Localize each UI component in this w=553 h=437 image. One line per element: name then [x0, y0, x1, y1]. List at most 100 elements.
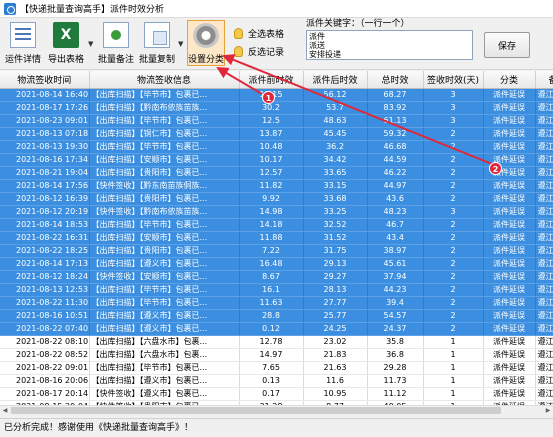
table-row[interactable]: 2021-08-14 18:53:48【出库扫描】【毕节市】包裹已...14.1…: [0, 218, 553, 232]
horizontal-scrollbar[interactable]: ◀ ▶: [0, 405, 553, 415]
table-row[interactable]: 2021-08-12 16:39:38【出库扫描】【贵阳市】包裹已...9.92…: [0, 192, 553, 206]
total-time-cell: 46.22: [367, 166, 424, 180]
sign-info-cell: 【出库扫描】【毕节市】包裹已...: [89, 218, 240, 232]
table-row[interactable]: 2021-08-21 19:04:32【出库扫描】【贵阳市】包裹已...12.5…: [0, 166, 553, 180]
scrollbar-thumb[interactable]: [11, 407, 501, 414]
sign-info-cell: 【出库扫描】【毕节市】包裹已...: [89, 140, 240, 154]
pre-dispatch-time-cell: 14.98: [239, 205, 304, 219]
column-header[interactable]: 总时效: [367, 71, 424, 89]
scroll-right-icon[interactable]: ▶: [543, 406, 553, 415]
table-row[interactable]: 2021-08-14 17:13:01【出库扫描】【遵义市】包裹已...16.4…: [0, 257, 553, 271]
post-dispatch-time-cell: 34.42: [303, 153, 368, 167]
table-row[interactable]: 2021-08-22 18:25:23【出库扫描】【贵阳市】包裹已...7.22…: [0, 244, 553, 258]
sign-days-cell: 2: [423, 127, 484, 141]
total-time-cell: 37.94: [367, 270, 424, 284]
total-time-cell: 29.28: [367, 361, 424, 375]
table-header: 物流签收时间 物流签收信息 派件前时效 派件后时效 总时效 签收时效(天) 分类…: [0, 71, 553, 89]
keyword-input[interactable]: 派件 派送 安排投递: [306, 30, 473, 60]
column-header[interactable]: 派件后时效: [303, 71, 368, 89]
post-dispatch-time-cell: 33.25: [303, 205, 368, 219]
table-row[interactable]: 2021-08-13 12:53:41【出库扫描】【毕节市】包裹已...16.1…: [0, 283, 553, 297]
column-header[interactable]: 分类: [483, 71, 536, 89]
table-row[interactable]: 2021-08-22 07:40:35【出库扫描】【遵义市】包裹已...0.12…: [0, 322, 553, 336]
sign-time-cell: 2021-08-12 16:39:38: [0, 192, 90, 206]
category-cell: 派件延误: [483, 140, 536, 154]
category-cell: 派件延误: [483, 348, 536, 362]
post-dispatch-time-cell: 29.27: [303, 270, 368, 284]
pre-dispatch-time-cell: 28.8: [239, 309, 304, 323]
table-row[interactable]: 2021-08-22 08:10:26【出库扫描】【六盘水市】包裹...12.7…: [0, 335, 553, 349]
table-row[interactable]: 2021-08-22 08:52:31【出库扫描】【六盘水市】包裹...14.9…: [0, 348, 553, 362]
post-dispatch-time-cell: 56.12: [303, 88, 368, 102]
total-time-cell: 44.59: [367, 153, 424, 167]
note-cell: 遵江市: [535, 101, 553, 115]
post-dispatch-time-cell: 31.75: [303, 244, 368, 258]
table-row[interactable]: 2021-08-14 17:56:52【快件签收】【黔东南苗族侗族...11.8…: [0, 179, 553, 193]
note-cell: 遵江市: [535, 166, 553, 180]
column-header[interactable]: 物流签收时间: [0, 71, 90, 89]
sign-time-cell: 2021-08-14 17:13:01: [0, 257, 90, 271]
table-row[interactable]: 2021-08-13 19:30:50【出库扫描】【毕节市】包裹已...10.4…: [0, 140, 553, 154]
pre-dispatch-time-cell: 11.82: [239, 179, 304, 193]
batch-copy-label: 批量复制: [139, 55, 176, 65]
set-category-button[interactable]: 设置分类: [187, 20, 225, 66]
table-row[interactable]: 2021-08-16 17:34:43【出库扫描】【安顺市】包裹已...10.1…: [0, 153, 553, 167]
post-dispatch-time-cell: 27.77: [303, 296, 368, 310]
batch-note-button[interactable]: 批量备注: [98, 20, 134, 66]
sign-info-cell: 【出库扫描】【毕节市】包裹已...: [89, 361, 240, 375]
column-header[interactable]: 物流签收信息: [89, 71, 240, 89]
category-cell: 派件延误: [483, 257, 536, 271]
table-row[interactable]: 2021-08-17 20:14:34【快件签收】【遵义市】包裹已...0.17…: [0, 387, 553, 401]
sign-info-cell: 【出库扫描】【毕节市】包裹已...: [89, 88, 240, 102]
table-row[interactable]: 2021-08-22 16:31:21【出库扫描】【安顺市】包裹已...11.8…: [0, 231, 553, 245]
pre-dispatch-time-cell: 9.92: [239, 192, 304, 206]
shipment-details-button[interactable]: 运件详情: [5, 20, 42, 66]
sign-time-cell: 2021-08-12 18:24:54: [0, 270, 90, 284]
note-cell: 遵江市: [535, 153, 553, 167]
category-cell: 派件延误: [483, 270, 536, 284]
invert-select-button[interactable]: 反选记录: [234, 45, 284, 58]
sign-days-cell: 2: [423, 244, 484, 258]
table-row[interactable]: 2021-08-12 20:19:20【快件签收】【黔南布依族苗族...14.9…: [0, 205, 553, 219]
copy-dropdown-icon[interactable]: ▼: [178, 40, 183, 48]
total-time-cell: 54.57: [367, 309, 424, 323]
table-row[interactable]: 2021-08-12 18:24:54【快件签收】【安顺市】包裹已...8.67…: [0, 270, 553, 284]
table-row[interactable]: 2021-08-22 11:30:40【出库扫描】【毕节市】包裹已...11.6…: [0, 296, 553, 310]
shipment-details-label: 运件详情: [5, 55, 42, 65]
sign-time-cell: 2021-08-21 19:04:32: [0, 166, 90, 180]
post-dispatch-time-cell: 25.77: [303, 309, 368, 323]
sign-days-cell: 2: [423, 166, 484, 180]
sign-info-cell: 【出库扫描】【六盘水市】包裹...: [89, 348, 240, 362]
scroll-left-icon[interactable]: ◀: [0, 406, 10, 415]
total-time-cell: 68.27: [367, 88, 424, 102]
sign-days-cell: 2: [423, 296, 484, 310]
category-cell: 派件延误: [483, 218, 536, 232]
table-row[interactable]: 2021-08-23 09:01:00【出库扫描】【毕节市】包裹已...12.5…: [0, 114, 553, 128]
column-header[interactable]: 备注: [535, 71, 553, 89]
table-row[interactable]: 2021-08-17 17:26:15【出库扫描】【黔南布依族苗族...30.2…: [0, 101, 553, 115]
total-time-cell: 35.8: [367, 335, 424, 349]
table-row[interactable]: 2021-08-14 16:40:14【出库扫描】【毕节市】包裹已...12.1…: [0, 88, 553, 102]
batch-copy-button[interactable]: 批量复制: [139, 20, 175, 66]
table-row[interactable]: 2021-08-16 20:06:05【出库扫描】【遵义市】包裹已...0.13…: [0, 374, 553, 388]
note-cell: 遵江市: [535, 179, 553, 193]
export-dropdown-icon[interactable]: ▼: [88, 40, 93, 48]
sign-info-cell: 【快件签收】【安顺市】包裹已...: [89, 270, 240, 284]
table-row[interactable]: 2021-08-13 07:18:20【出库扫描】【铜仁市】包裹已...13.8…: [0, 127, 553, 141]
sign-time-cell: 2021-08-17 20:14:34: [0, 387, 90, 401]
post-dispatch-time-cell: 10.95: [303, 387, 368, 401]
export-table-button[interactable]: X 导出表格: [48, 20, 84, 66]
column-header[interactable]: 签收时效(天): [423, 71, 484, 89]
table-row[interactable]: 2021-08-16 10:51:36【出库扫描】【遵义市】包裹已...28.8…: [0, 309, 553, 323]
sign-time-cell: 2021-08-14 17:56:52: [0, 179, 90, 193]
sign-days-cell: 3: [423, 205, 484, 219]
save-button[interactable]: 保存: [484, 32, 530, 58]
table-row[interactable]: 2021-08-22 09:01:53【出库扫描】【毕节市】包裹已...7.65…: [0, 361, 553, 375]
status-bar: 已分析完成！感谢使用《快递批量查询高手》！: [0, 418, 553, 437]
keyword-label: 派件关键字：（一行一个）: [306, 19, 410, 29]
select-all-button[interactable]: 全选表格: [234, 27, 284, 40]
sign-days-cell: 2: [423, 309, 484, 323]
sign-time-cell: 2021-08-23 09:01:00: [0, 114, 90, 128]
column-header[interactable]: 派件前时效: [239, 71, 304, 89]
export-table-label: 导出表格: [48, 55, 85, 65]
